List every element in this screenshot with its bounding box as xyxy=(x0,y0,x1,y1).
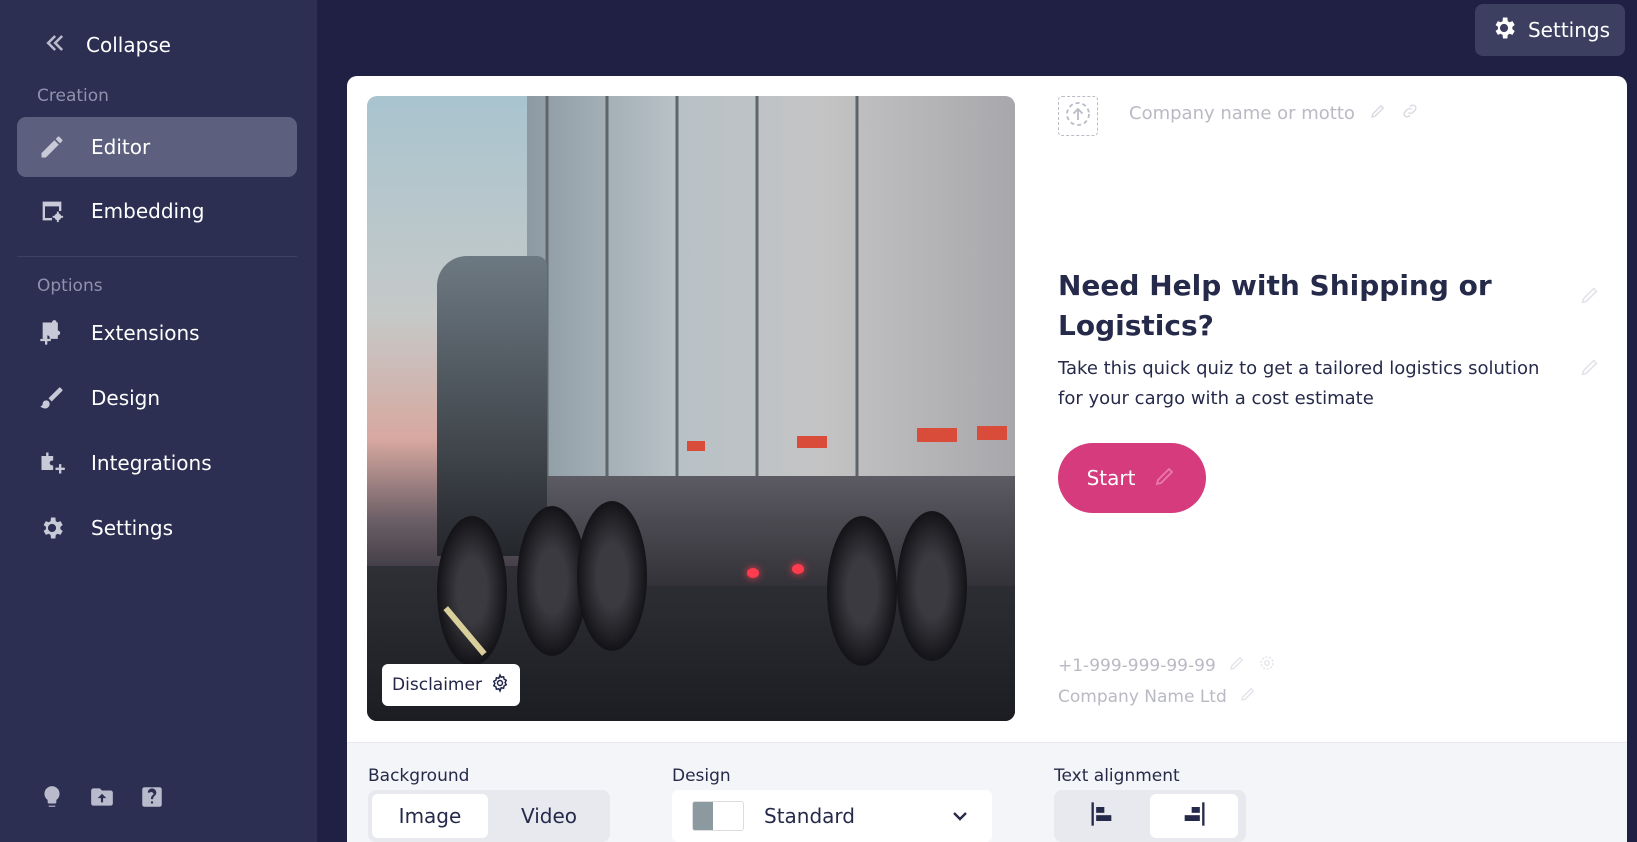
sidebar-item-extensions[interactable]: Extensions xyxy=(17,303,297,363)
pencil-icon[interactable] xyxy=(1228,654,1246,677)
design-label: Design xyxy=(672,766,731,786)
pencil-icon[interactable] xyxy=(1579,356,1603,380)
trailer-ribs xyxy=(545,96,1007,476)
motto-text: Company name or motto xyxy=(1129,103,1355,124)
alignment-toggle xyxy=(1054,790,1246,842)
gear-outline-icon[interactable] xyxy=(1258,654,1276,677)
editor-controls: Background Image Video Design Standard T… xyxy=(347,742,1627,842)
background-toggle: Image Video xyxy=(368,790,610,842)
settings-button[interactable]: Settings xyxy=(1475,4,1625,56)
align-left-button[interactable] xyxy=(1058,794,1146,838)
background-label: Background xyxy=(368,766,470,786)
sidebar-item-integrations[interactable]: Integrations xyxy=(17,433,297,493)
collapse-label: Collapse xyxy=(86,33,171,57)
align-right-icon xyxy=(1180,800,1208,833)
company-motto[interactable]: Company name or motto xyxy=(1129,102,1419,125)
align-right-button[interactable] xyxy=(1150,794,1238,838)
section-label-options: Options xyxy=(37,276,103,296)
start-button[interactable]: Start xyxy=(1058,443,1206,513)
settings-label: Settings xyxy=(1527,18,1611,42)
sidebar-divider xyxy=(17,256,297,257)
sidebar-item-embedding[interactable]: Embedding xyxy=(17,181,297,241)
sidebar-item-label: Embedding xyxy=(91,199,205,223)
folder-upload-icon[interactable] xyxy=(88,783,116,811)
design-value: Standard xyxy=(764,804,855,828)
double-chevron-left-icon xyxy=(40,29,68,62)
sidebar-item-label: Design xyxy=(91,386,161,410)
collapse-button[interactable]: Collapse xyxy=(40,30,171,60)
company-text: Company Name Ltd xyxy=(1058,686,1227,707)
sidebar-item-label: Integrations xyxy=(91,451,212,475)
pencil-icon xyxy=(37,132,67,162)
gear-outline-icon xyxy=(490,672,510,698)
alignment-label: Text alignment xyxy=(1054,766,1180,786)
pencil-icon[interactable] xyxy=(1579,284,1603,308)
logo-upload-button[interactable] xyxy=(1058,96,1098,136)
align-left-icon xyxy=(1088,800,1116,833)
wheel xyxy=(897,511,967,661)
link-icon[interactable] xyxy=(1401,102,1419,125)
sidebar: Collapse Creation Editor Embedding Optio… xyxy=(0,0,317,842)
background-option-video[interactable]: Video xyxy=(492,794,606,838)
integration-icon xyxy=(37,448,67,478)
taillight xyxy=(747,568,759,578)
lightbulb-icon[interactable] xyxy=(38,783,66,811)
sidebar-item-label: Editor xyxy=(91,135,151,159)
gear-icon xyxy=(37,513,67,543)
chevron-down-icon xyxy=(948,804,972,828)
sidebar-item-design[interactable]: Design xyxy=(17,368,297,428)
sidebar-footer xyxy=(38,783,166,811)
sidebar-item-label: Settings xyxy=(91,516,174,540)
company-name[interactable]: Company Name Ltd xyxy=(1058,685,1257,708)
design-thumbnail xyxy=(692,801,744,831)
pencil-icon[interactable] xyxy=(1153,464,1177,493)
section-label-creation: Creation xyxy=(37,86,109,106)
help-icon[interactable] xyxy=(138,783,166,811)
pencil-icon[interactable] xyxy=(1369,102,1387,125)
upload-icon xyxy=(1063,99,1093,133)
headline[interactable]: Need Help with Shipping or Logistics? xyxy=(1058,266,1498,346)
puzzle-icon xyxy=(37,318,67,348)
phone-text: +1-999-999-99-99 xyxy=(1058,655,1216,676)
gear-icon xyxy=(1490,14,1518,47)
wheel xyxy=(577,501,647,651)
sidebar-item-label: Extensions xyxy=(91,321,200,345)
background-option-image[interactable]: Image xyxy=(372,794,488,838)
background-image[interactable]: Disclaimer xyxy=(367,96,1015,721)
pencil-icon[interactable] xyxy=(1239,685,1257,708)
sidebar-item-editor[interactable]: Editor xyxy=(17,117,297,177)
phone-number[interactable]: +1-999-999-99-99 xyxy=(1058,654,1276,677)
sidebar-item-settings[interactable]: Settings xyxy=(17,498,297,558)
disclaimer-label: Disclaimer xyxy=(392,675,482,695)
truck-cab xyxy=(437,256,547,556)
start-label: Start xyxy=(1086,466,1136,490)
embed-gear-icon xyxy=(37,196,67,226)
editor-canvas: Disclaimer Company name or motto Need He… xyxy=(347,76,1627,842)
design-select[interactable]: Standard xyxy=(672,790,992,842)
taillight xyxy=(792,564,804,574)
brush-icon xyxy=(37,383,67,413)
subheadline[interactable]: Take this quick quiz to get a tailored l… xyxy=(1058,354,1558,414)
wheel xyxy=(827,516,897,666)
disclaimer-button[interactable]: Disclaimer xyxy=(382,664,520,706)
